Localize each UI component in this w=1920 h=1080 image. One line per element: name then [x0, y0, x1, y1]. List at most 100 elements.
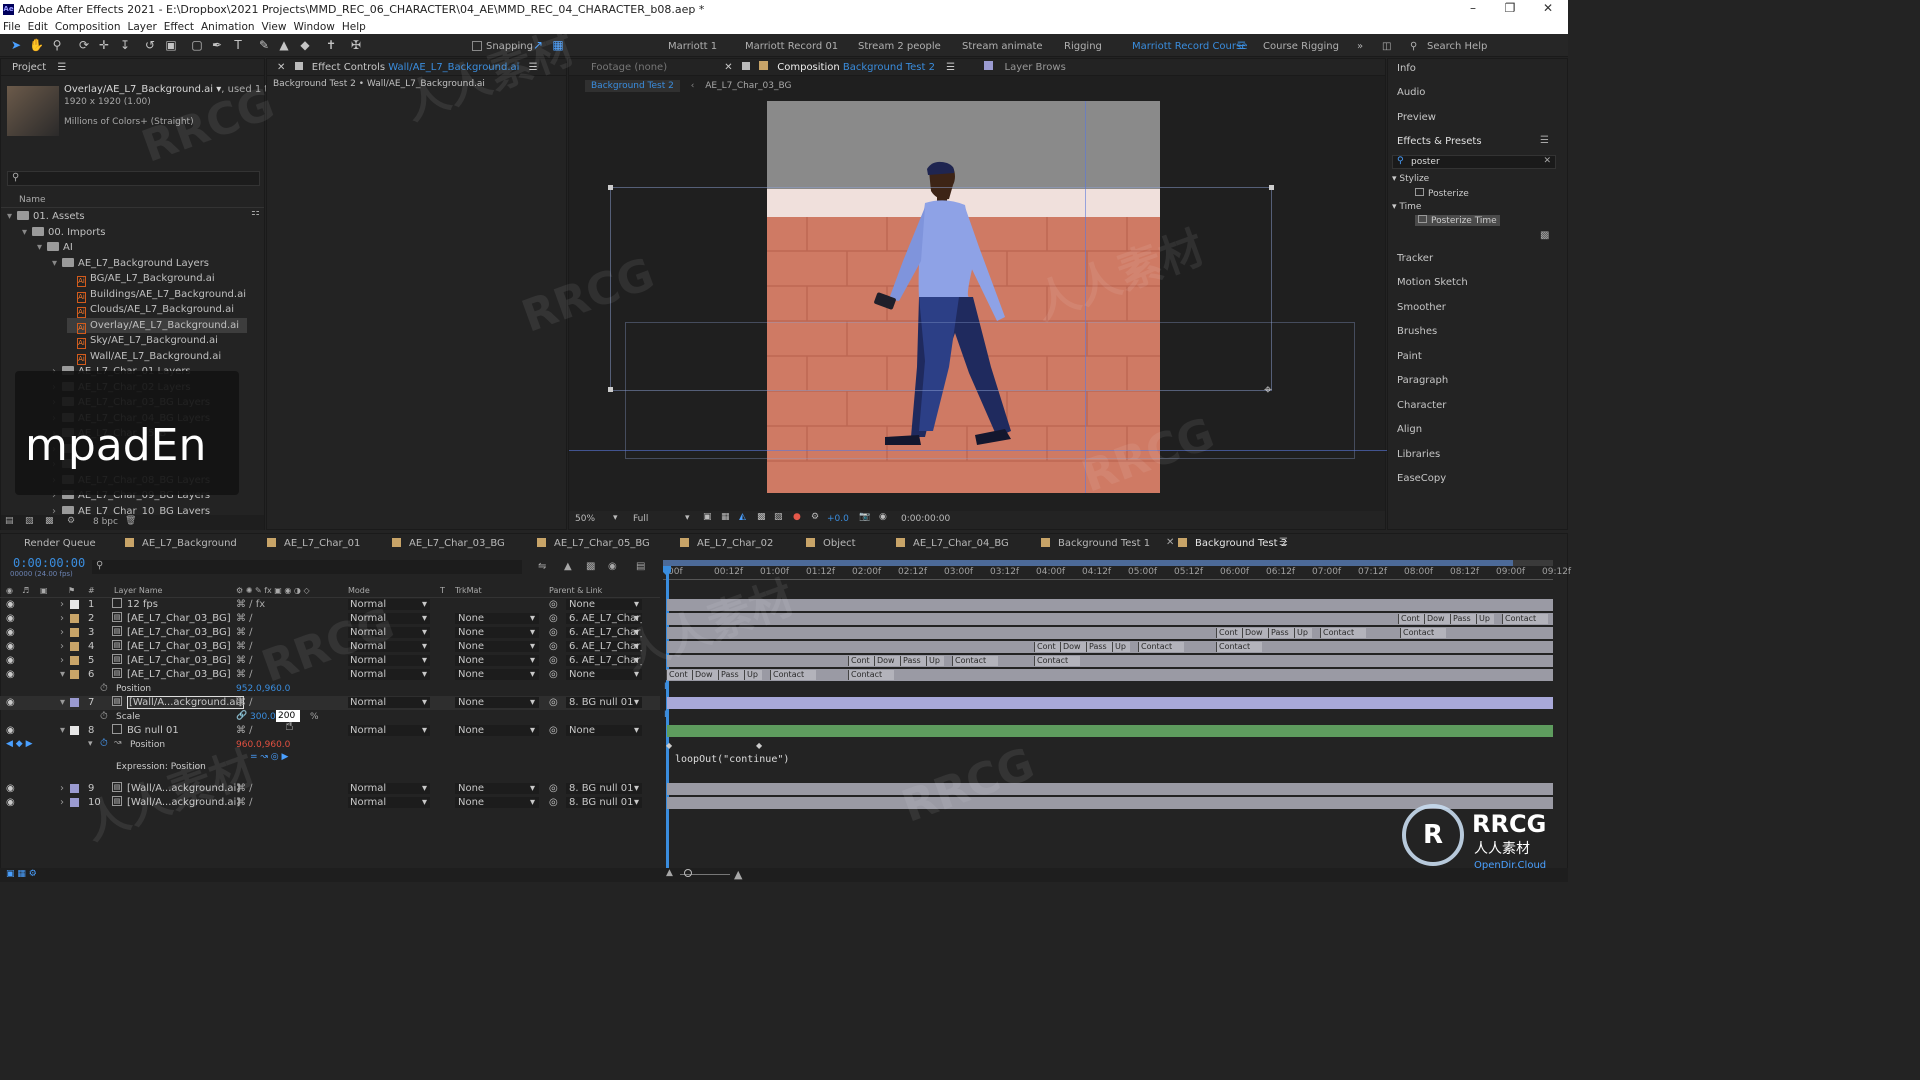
expand-arrow-icon[interactable]: ▾	[52, 256, 62, 271]
chevron-down-icon[interactable]: ▾	[422, 697, 427, 708]
timeline-tab-ae-l7-char-01[interactable]: AE_L7_Char_01	[267, 538, 360, 551]
timeline-tab-ae-l7-char-05-bg[interactable]: AE_L7_Char_05_BG	[537, 538, 650, 551]
draft-3d-icon[interactable]: ▲	[564, 561, 572, 572]
chevron-down-icon[interactable]: ▾	[634, 641, 639, 652]
preview-panel[interactable]: Preview	[1397, 112, 1436, 123]
interpret-footage-icon[interactable]: ▤	[5, 516, 14, 526]
pick-whip-icon[interactable]: ◎	[549, 783, 558, 794]
blend-mode-dropdown[interactable]: Normal	[348, 697, 430, 708]
chevron-down-icon[interactable]: ▾	[530, 797, 535, 808]
scale-x-value[interactable]: 300.0,	[250, 712, 279, 722]
name-column-header[interactable]: Name	[1, 195, 264, 208]
roto-brush-tool-icon[interactable]: ✝	[324, 38, 338, 52]
constrain-proportions-icon[interactable]: 🔗	[236, 711, 247, 721]
layer-marker[interactable]: Pass	[1268, 628, 1294, 638]
layer-switches-icon[interactable]: ⌘ ∕	[236, 655, 253, 666]
chevron-down-icon[interactable]: ▾	[634, 797, 639, 808]
eraser-tool-icon[interactable]: ◆	[298, 38, 312, 52]
transparency-grid-icon[interactable]: ▦	[721, 512, 730, 522]
pick-whip-icon[interactable]: ◎	[549, 797, 558, 808]
parent-dropdown[interactable]: 6. AE_L7_Char_	[566, 655, 642, 666]
graph-editor-icon[interactable]: ▤	[636, 561, 645, 572]
pick-whip-icon[interactable]: ◎	[549, 641, 558, 652]
expand-arrow-icon[interactable]: ▾	[60, 669, 65, 680]
transform-handle[interactable]	[608, 387, 613, 392]
layer-marker[interactable]: Dow	[874, 656, 900, 666]
project-item[interactable]: › AE_L7_Char_10_BG Layers	[52, 504, 210, 515]
workspace-marriott-record-course[interactable]: Marriott Record Course	[1132, 41, 1247, 52]
minimize-button[interactable]: –	[1453, 0, 1493, 19]
zoom-in-icon[interactable]: ▲	[734, 868, 742, 881]
project-item[interactable]: ▾ AI	[37, 240, 73, 255]
layer-name[interactable]: [AE_L7_Char_03_BG]	[127, 669, 231, 680]
rectangle-tool-icon[interactable]: ▢	[190, 38, 204, 52]
label-color-swatch[interactable]	[70, 614, 79, 623]
chevron-down-icon[interactable]: ▾	[422, 797, 427, 808]
keyframe-icon[interactable]: ◆	[756, 741, 762, 750]
layer-row[interactable]: ◉ › 9 ▤ [Wall/A...ackground.ai] ⌘ ∕ Normal ▾ Non…	[0, 782, 660, 796]
guide-options-icon[interactable]: ▩	[757, 512, 766, 522]
track-matte-dropdown[interactable]: None	[455, 797, 539, 808]
layer-switches-icon[interactable]: ⌘ ∕ fx	[236, 599, 265, 610]
blend-mode-dropdown[interactable]: Normal	[348, 655, 430, 666]
new-bin-icon[interactable]: ▩	[1540, 230, 1549, 241]
close-tab-icon[interactable]: ✕	[724, 62, 732, 73]
puppet-tool-icon[interactable]: ✠	[349, 38, 363, 52]
stopwatch-icon[interactable]: ⏱	[100, 683, 108, 694]
panel-menu-icon[interactable]: ☰	[946, 62, 955, 73]
close-window-button[interactable]: ✕	[1528, 0, 1568, 19]
layer-row[interactable]: ◉ › 5 ▤ [AE_L7_Char_03_BG] ⌘ ∕ Normal ▾ None ▾ ◎ 6.…	[0, 654, 660, 668]
layer-switches-icon[interactable]: ⌘ ∕	[236, 725, 253, 736]
layer-marker[interactable]: Cont	[848, 656, 874, 666]
dolly-tool-icon[interactable]: ↧	[118, 38, 132, 52]
label-color-swatch[interactable]	[70, 670, 79, 679]
layer-row[interactable]: ◉ ▾ 8 BG null 01 ⌘ ∕ Normal ▾ None ▾ ◎ None ▾	[0, 724, 660, 738]
expand-arrow-icon[interactable]: ›	[60, 627, 64, 638]
eye-icon[interactable]: ◉	[6, 613, 15, 624]
expand-arrow-icon[interactable]: ▾	[7, 209, 17, 224]
timeline-search-input[interactable]: ⚲	[92, 560, 522, 574]
selected-asset-name[interactable]: Overlay/AE_L7_Background.ai ▾	[64, 84, 221, 95]
layer-marker[interactable]: Pass	[718, 670, 744, 680]
workspace-marriott-record-01[interactable]: Marriott Record 01	[745, 41, 838, 52]
close-tab-icon[interactable]: ✕	[277, 62, 285, 73]
zoom-out-icon[interactable]: ▲	[666, 868, 673, 878]
layer-marker[interactable]: Contact	[848, 670, 894, 680]
blend-mode-dropdown[interactable]: Normal	[348, 797, 430, 808]
project-tab[interactable]: Project	[12, 62, 46, 73]
menu-help[interactable]: Help	[342, 21, 366, 33]
track-matte-dropdown[interactable]: None	[455, 697, 539, 708]
layer-row[interactable]: ◉ › 2 ▤ [AE_L7_Char_03_BG] ⌘ ∕ Normal ▾ None ▾ ◎ 6.…	[0, 612, 660, 626]
layer-switches-icon[interactable]: ⌘ ∕	[236, 613, 253, 624]
track-matte-dropdown[interactable]: None	[455, 783, 539, 794]
track-matte-dropdown[interactable]: None	[455, 641, 539, 652]
expand-arrow-icon[interactable]: ▾	[37, 240, 47, 255]
trash-icon[interactable]: 🗑	[125, 516, 136, 526]
show-snapshot-icon[interactable]: ◉	[879, 512, 887, 522]
grid-icon[interactable]: ▧	[774, 512, 783, 522]
pan-tool-icon[interactable]: ✛	[97, 38, 111, 52]
layer-switches-icon[interactable]: ⌘ ∕	[236, 669, 253, 680]
rotate-tool-icon[interactable]: ↺	[143, 38, 157, 52]
keyframe-navigator-icon[interactable]: ◀ ◆ ▶	[6, 739, 33, 749]
expand-arrow-icon[interactable]: ›	[52, 504, 62, 515]
snap-features-icon[interactable]: ▦	[551, 38, 565, 52]
expand-arrow-icon[interactable]: ›	[60, 797, 64, 808]
parent-dropdown[interactable]: None	[566, 599, 642, 610]
clone-stamp-tool-icon[interactable]: ▲	[277, 38, 291, 52]
layer-row[interactable]: ◉ ▾ 6 ▤ [AE_L7_Char_03_BG] ⌘ ∕ Normal ▾ None ▾ ◎ No…	[0, 668, 660, 682]
libraries-panel[interactable]: Libraries	[1397, 449, 1440, 460]
parent-dropdown[interactable]: 6. AE_L7_Char_	[566, 613, 642, 624]
pen-tool-icon[interactable]: ✒	[210, 38, 224, 52]
layer-marker[interactable]: Cont	[1216, 628, 1242, 638]
pick-whip-icon[interactable]: ◎	[549, 725, 558, 736]
maximize-button[interactable]: ❐	[1490, 0, 1530, 19]
menu-composition[interactable]: Composition	[55, 21, 121, 33]
layer-duration-bar[interactable]	[667, 725, 1553, 737]
label-color-swatch[interactable]	[70, 642, 79, 651]
blend-mode-dropdown[interactable]: Normal	[348, 669, 430, 680]
expand-arrow-icon[interactable]: ›	[60, 655, 64, 666]
timeline-tab-ae-l7-char-04-bg[interactable]: AE_L7_Char_04_BG	[896, 538, 1009, 551]
workspace-course-rigging[interactable]: Course Rigging	[1263, 41, 1339, 52]
menu-window[interactable]: Window	[293, 21, 334, 33]
